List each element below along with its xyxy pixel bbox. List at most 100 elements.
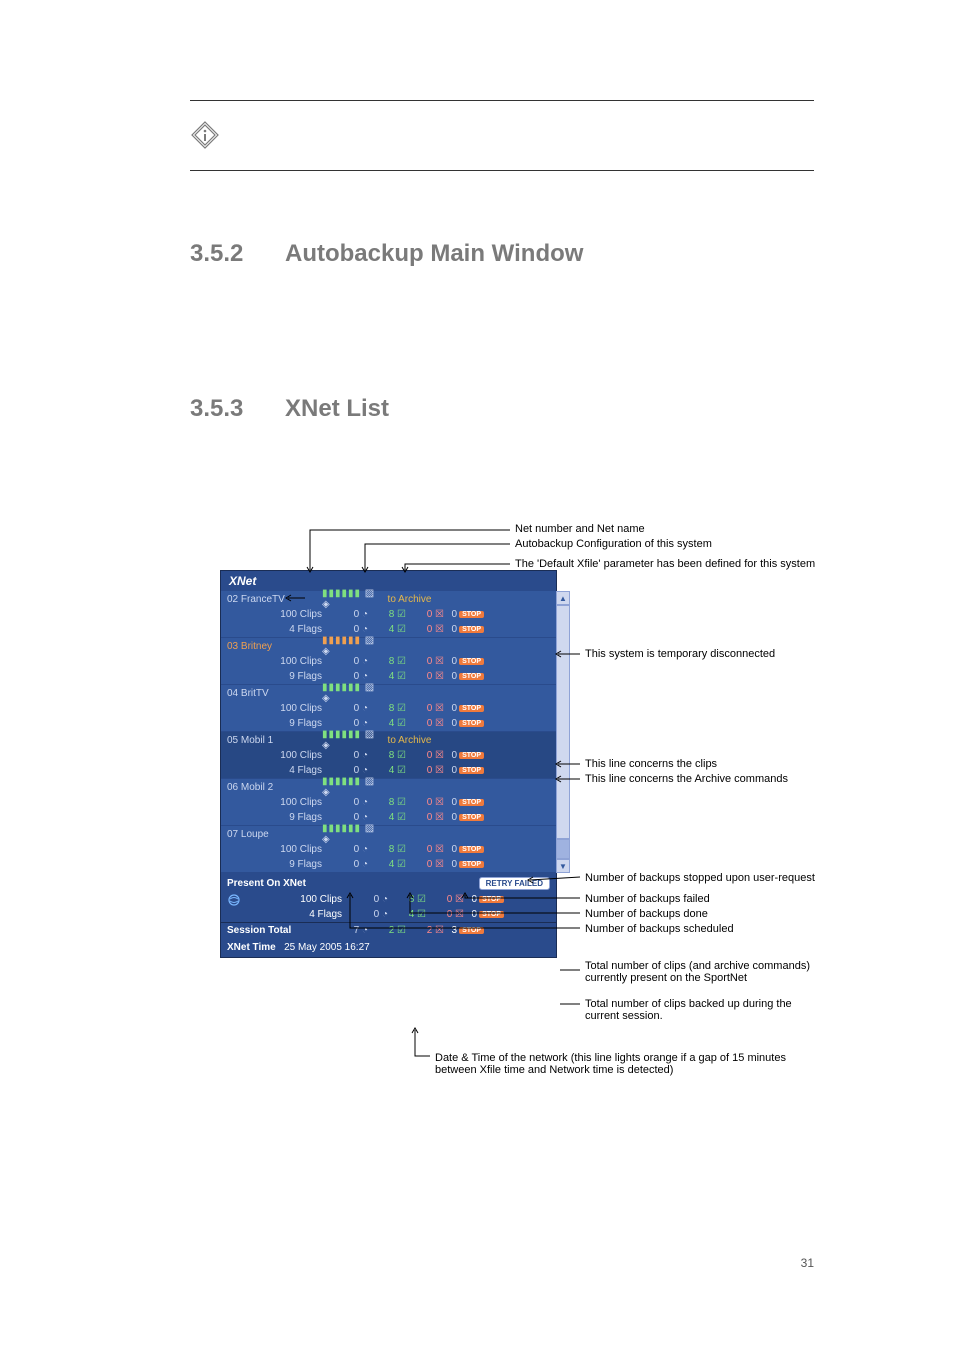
done-count: 4 ☑ [368, 859, 406, 870]
failed-count: 0 ☒ [406, 859, 444, 870]
globe-icon [227, 893, 241, 907]
scroll-down-icon[interactable]: ▼ [556, 859, 570, 873]
xnet-time-row: XNet Time 25 May 2005 16:27 [221, 938, 556, 957]
failed-count: 0 ☒ [406, 609, 444, 620]
done-count: 8 ☑ [368, 844, 406, 855]
to-archive-label: to Archive [382, 735, 431, 746]
heading-title: Autobackup Main Window [285, 240, 583, 267]
callout-nstop: Number of backups stopped upon user-requ… [585, 872, 815, 884]
clips-row: 100 Clips0 ◔8 ☑0 ☒0STOP [221, 748, 556, 763]
v: 2 ☒ [406, 925, 444, 936]
config-bars-icon: ▮▮▮▮▮▮ ▨ ◈ [322, 729, 382, 751]
callout-defx: The 'Default Xfile' parameter has been d… [515, 558, 815, 570]
diamond-info-icon [190, 120, 220, 150]
flags-row: 4 Flags0 ◔4 ☑0 ☒0STOP [221, 763, 556, 778]
present-flags-row: 4 Flags 0 ◔ 4 ☑ 0 ☒ 0STOP [221, 907, 556, 922]
v: 0STOP [464, 909, 504, 920]
session-label: Session Total [227, 925, 330, 936]
row-label: 100 Clips [227, 750, 330, 761]
system-block[interactable]: 05 Mobil 1▮▮▮▮▮▮ ▨ ◈ to Archive100 Clips… [221, 732, 556, 779]
v: 4 [309, 909, 315, 920]
system-header-row: 07 Loupe▮▮▮▮▮▮ ▨ ◈ [221, 826, 556, 842]
system-name: 07 Loupe [227, 829, 322, 840]
session-total-row: Session Total 7 ◔ 2 ☑ 2 ☒ 3STOP [221, 922, 556, 938]
done-count: 8 ☑ [368, 797, 406, 808]
retry-failed-button[interactable]: RETRY FAILED [479, 877, 550, 890]
stopped-count: 0STOP [444, 703, 484, 714]
heading-353: 3.5.3XNet List [190, 395, 389, 423]
callout-totclips: Total number of clips (and archive comma… [585, 960, 830, 984]
system-name: 04 BritTV [227, 688, 322, 699]
failed-count: 0 ☒ [406, 797, 444, 808]
failed-count: 0 ☒ [406, 844, 444, 855]
config-bars-icon: ▮▮▮▮▮▮ ▨ ◈ [322, 823, 382, 845]
system-block[interactable]: 03 Britney▮▮▮▮▮▮ ▨ ◈100 Clips0 ◔8 ☑0 ☒0S… [221, 638, 556, 685]
system-block[interactable]: 02 FranceTV▮▮▮▮▮▮ ▨ ◈ to Archive100 Clip… [221, 591, 556, 638]
spacer-icon [227, 908, 241, 922]
failed-count: 0 ☒ [406, 656, 444, 667]
scrollbar[interactable]: ▲ ▼ [556, 591, 570, 873]
row-label: 100 Clips [227, 656, 330, 667]
v: 3STOP [444, 925, 484, 936]
page-number: 31 [801, 1256, 814, 1270]
v: 100 [300, 894, 317, 905]
v: Clips [320, 894, 342, 905]
stopped-count: 0STOP [444, 765, 484, 776]
scheduled-count: 0 ◔ [330, 750, 368, 761]
failed-count: 0 ☒ [406, 750, 444, 761]
flags-row: 9 Flags0 ◔4 ☑0 ☒0STOP [221, 716, 556, 731]
system-header-row: 03 Britney▮▮▮▮▮▮ ▨ ◈ [221, 638, 556, 654]
system-header-row: 04 BritTV▮▮▮▮▮▮ ▨ ◈ [221, 685, 556, 701]
callout-net: Net number and Net name [515, 523, 645, 535]
stopped-count: 0STOP [444, 750, 484, 761]
callout-totsess: Total number of clips backed up during t… [585, 998, 815, 1022]
scroll-thumb2[interactable] [556, 839, 570, 859]
scroll-up-icon[interactable]: ▲ [556, 591, 570, 605]
stopped-count: 0STOP [444, 609, 484, 620]
stopped-count: 0STOP [444, 671, 484, 682]
scheduled-count: 0 ◔ [330, 812, 368, 823]
done-count: 8 ☑ [368, 750, 406, 761]
system-block[interactable]: 04 BritTV▮▮▮▮▮▮ ▨ ◈100 Clips0 ◔8 ☑0 ☒0ST… [221, 685, 556, 732]
system-header-row: 06 Mobil 2▮▮▮▮▮▮ ▨ ◈ [221, 779, 556, 795]
scheduled-count: 0 ◔ [330, 859, 368, 870]
clips-row: 100 Clips0 ◔8 ☑0 ☒0STOP [221, 701, 556, 716]
flags-row: 9 Flags0 ◔4 ☑0 ☒0STOP [221, 810, 556, 825]
present-label: Present On XNet [227, 878, 306, 889]
scroll-thumb[interactable] [556, 605, 570, 839]
scheduled-count: 0 ◔ [330, 844, 368, 855]
system-header-row: 05 Mobil 1▮▮▮▮▮▮ ▨ ◈ to Archive [221, 732, 556, 748]
config-bars-icon: ▮▮▮▮▮▮ ▨ ◈ [322, 776, 382, 798]
failed-count: 0 ☒ [406, 812, 444, 823]
scheduled-count: 0 ◔ [330, 656, 368, 667]
callout-nsched: Number of backups scheduled [585, 923, 734, 935]
row-label: 4 Flags [227, 624, 330, 635]
present-clips-row: 100 Clips 0 ◔ 8 ☑ 0 ☒ 0STOP [221, 892, 556, 907]
system-block[interactable]: 07 Loupe▮▮▮▮▮▮ ▨ ◈100 Clips0 ◔8 ☑0 ☒0STO… [221, 826, 556, 873]
v: 0 ☒ [426, 909, 464, 920]
flags-row: 4 Flags0 ◔4 ☑0 ☒0STOP [221, 622, 556, 637]
config-bars-icon: ▮▮▮▮▮▮ ▨ ◈ [322, 635, 382, 657]
scheduled-count: 0 ◔ [330, 624, 368, 635]
stopped-count: 0STOP [444, 812, 484, 823]
xnet-panel: XNet 02 FranceTV▮▮▮▮▮▮ ▨ ◈ to Archive100… [220, 570, 557, 958]
system-list: 02 FranceTV▮▮▮▮▮▮ ▨ ◈ to Archive100 Clip… [221, 591, 556, 873]
row-label: 100 Clips [227, 844, 330, 855]
done-count: 4 ☑ [368, 624, 406, 635]
failed-count: 0 ☒ [406, 671, 444, 682]
system-block[interactable]: 06 Mobil 2▮▮▮▮▮▮ ▨ ◈ 100 Clips0 ◔8 ☑0 ☒0S… [221, 779, 556, 826]
callout-dtime: Date & Time of the network (this line li… [435, 1052, 830, 1076]
scheduled-count: 0 ◔ [330, 671, 368, 682]
done-count: 4 ☑ [368, 718, 406, 729]
row-label: 9 Flags [227, 718, 330, 729]
scheduled-count: 0 ◔ [330, 703, 368, 714]
row-label: 100 Clips [227, 797, 330, 808]
stopped-count: 0STOP [444, 859, 484, 870]
scheduled-count: 0 ◔ [330, 609, 368, 620]
config-bars-icon: ▮▮▮▮▮▮ ▨ ◈ [322, 588, 382, 610]
heading-title: XNet List [285, 395, 389, 422]
callout-nfail: Number of backups failed [585, 893, 710, 905]
xnet-time-value: 25 May 2005 16:27 [284, 942, 370, 953]
failed-count: 0 ☒ [406, 624, 444, 635]
heading-352: 3.5.2Autobackup Main Window [190, 240, 583, 268]
